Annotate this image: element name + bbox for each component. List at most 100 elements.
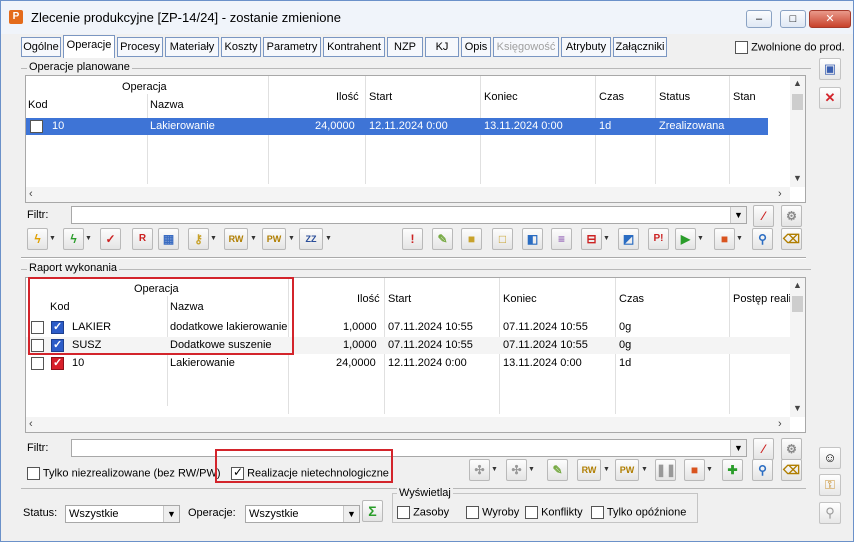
tab-operacje[interactable]: Operacje: [63, 35, 115, 58]
gantt-icon[interactable]: ⊟: [581, 228, 602, 250]
chevron-down-icon[interactable]: ▼: [210, 228, 217, 250]
planned-col-start[interactable]: Start: [369, 91, 392, 103]
cube-icon[interactable]: ◩: [618, 228, 639, 250]
scroll-thumb[interactable]: [792, 296, 803, 312]
planned-col-stan[interactable]: Stan: [733, 91, 756, 103]
chevron-down-icon[interactable]: ▼: [49, 228, 56, 250]
stop-icon[interactable]: ■: [684, 459, 705, 481]
chevron-down-icon[interactable]: ▼: [250, 228, 257, 250]
report-col-czas[interactable]: Czas: [619, 293, 644, 305]
tab-koszty[interactable]: Koszty: [221, 37, 261, 57]
zwolnione-option[interactable]: Zwolnione do prod.: [735, 41, 845, 54]
priority-icon[interactable]: P!: [648, 228, 669, 250]
zasoby-option[interactable]: Zasoby: [397, 506, 449, 519]
splitter[interactable]: [21, 257, 806, 259]
maximize-button[interactable]: □: [780, 10, 806, 28]
chevron-down-icon[interactable]: ▼: [603, 228, 610, 250]
tab-ksiegowosc[interactable]: Księgowość: [493, 37, 559, 57]
clear-filter-icon[interactable]: ⁄: [753, 205, 774, 227]
planned-col-czas[interactable]: Czas: [599, 91, 624, 103]
opoznione-checkbox[interactable]: [591, 506, 604, 519]
pw-icon[interactable]: PW: [262, 228, 286, 250]
save-icon[interactable]: ▣: [819, 58, 841, 80]
tab-procesy[interactable]: Procesy: [117, 37, 163, 57]
split-icon[interactable]: ✣: [469, 459, 490, 481]
zasoby-checkbox[interactable]: [397, 506, 410, 519]
report-col-postep[interactable]: Postęp reali: [733, 293, 791, 305]
planned-hscroll[interactable]: ‹ ›: [26, 187, 790, 202]
row-checkbox[interactable]: [30, 120, 43, 133]
transfer-icon[interactable]: ◧: [522, 228, 543, 250]
pw-icon[interactable]: PW: [615, 459, 639, 481]
tab-kontrahent[interactable]: Kontrahent: [323, 37, 385, 57]
scroll-down-icon[interactable]: ▼: [793, 403, 802, 413]
wyroby-checkbox[interactable]: [466, 506, 479, 519]
konflikty-option[interactable]: Konflikty: [525, 506, 583, 519]
lightning-icon[interactable]: ϟ: [27, 228, 48, 250]
operacje-select[interactable]: Wszystkie ▼: [245, 505, 360, 523]
scroll-right-icon[interactable]: ›: [778, 188, 782, 200]
tylko-checkbox[interactable]: [27, 467, 40, 480]
tab-opis[interactable]: Opis: [461, 37, 491, 57]
opoznione-option[interactable]: Tylko opóźnione: [591, 506, 686, 519]
report-filter-input[interactable]: ▼: [71, 439, 747, 457]
planned-vscroll[interactable]: ▲ ▼: [790, 76, 805, 187]
lightning-green-icon[interactable]: ϟ: [63, 228, 84, 250]
calculator-icon[interactable]: ▦: [158, 228, 179, 250]
trash-icon[interactable]: ⌫: [781, 459, 802, 481]
tab-nzp[interactable]: NZP: [387, 37, 423, 57]
planned-col-koniec[interactable]: Koniec: [484, 91, 518, 103]
chevron-down-icon[interactable]: ▼: [730, 207, 746, 223]
planned-row[interactable]: 10 Lakierowanie 24,0000 12.11.2024 0:00 …: [26, 118, 768, 135]
planned-grid[interactable]: Operacja Kod Nazwa Ilość Start Koniec Cz…: [25, 75, 806, 203]
zz-icon[interactable]: ZZ: [299, 228, 323, 250]
delete-icon[interactable]: ✕: [819, 87, 841, 109]
chevron-down-icon[interactable]: ▼: [706, 459, 713, 481]
edit-icon[interactable]: ✎: [432, 228, 453, 250]
tab-atrybuty[interactable]: Atrybuty: [561, 37, 611, 57]
scroll-thumb[interactable]: [792, 94, 803, 110]
chevron-down-icon[interactable]: ▼: [603, 459, 610, 481]
report-row[interactable]: 10 Lakierowanie 24,0000 12.11.2024 0:00 …: [26, 355, 790, 372]
chevron-down-icon[interactable]: ▼: [736, 228, 743, 250]
scroll-up-icon[interactable]: ▲: [793, 78, 802, 88]
planned-col-status[interactable]: Status: [659, 91, 690, 103]
stop-icon[interactable]: ■: [714, 228, 735, 250]
trash-icon[interactable]: ⌫: [781, 228, 802, 250]
list-icon[interactable]: ≡: [551, 228, 572, 250]
tab-kj[interactable]: KJ: [425, 37, 459, 57]
planned-col-nazwa[interactable]: Nazwa: [150, 99, 184, 111]
chevron-down-icon[interactable]: ▼: [730, 440, 746, 456]
edit-icon[interactable]: ✎: [547, 459, 568, 481]
planned-col-ilosc[interactable]: Ilość: [336, 91, 359, 103]
chevron-down-icon[interactable]: ▼: [343, 506, 359, 522]
lock-icon[interactable]: ⚿: [819, 474, 841, 496]
rw-icon[interactable]: RW: [577, 459, 601, 481]
planned-filter-input[interactable]: ▼: [71, 206, 747, 224]
scroll-left-icon[interactable]: ‹: [29, 418, 33, 430]
chevron-down-icon[interactable]: ▼: [85, 228, 92, 250]
search-icon[interactable]: ⚲: [752, 459, 773, 481]
filter-settings-icon[interactable]: ⚙: [781, 205, 802, 227]
chevron-down-icon[interactable]: ▼: [697, 228, 704, 250]
tab-parametry[interactable]: Parametry: [263, 37, 321, 57]
unlock-icon[interactable]: □: [492, 228, 513, 250]
rw-icon[interactable]: RW: [224, 228, 248, 250]
tab-materialy[interactable]: Materiały: [165, 37, 219, 57]
report-col-start[interactable]: Start: [388, 293, 411, 305]
add-icon[interactable]: ✚: [722, 459, 743, 481]
pause-icon[interactable]: ❚❚: [655, 459, 676, 481]
key-icon[interactable]: ⚷: [188, 228, 209, 250]
scroll-down-icon[interactable]: ▼: [793, 173, 802, 183]
tab-ogolne[interactable]: Ogólne: [21, 37, 61, 57]
alert-icon[interactable]: !: [402, 228, 423, 250]
pin-icon[interactable]: ⚲: [819, 502, 841, 524]
konflikty-checkbox[interactable]: [525, 506, 538, 519]
filter-settings-icon[interactable]: ⚙: [781, 438, 802, 460]
report-hscroll[interactable]: ‹ ›: [26, 417, 790, 432]
tylko-option[interactable]: Tylko niezrealizowane (bez RW/PW): [27, 467, 221, 480]
clear-filter-icon[interactable]: ⁄: [753, 438, 774, 460]
lock-closed-icon[interactable]: ■: [461, 228, 482, 250]
zwolnione-checkbox[interactable]: [735, 41, 748, 54]
merge-icon[interactable]: ✣: [506, 459, 527, 481]
